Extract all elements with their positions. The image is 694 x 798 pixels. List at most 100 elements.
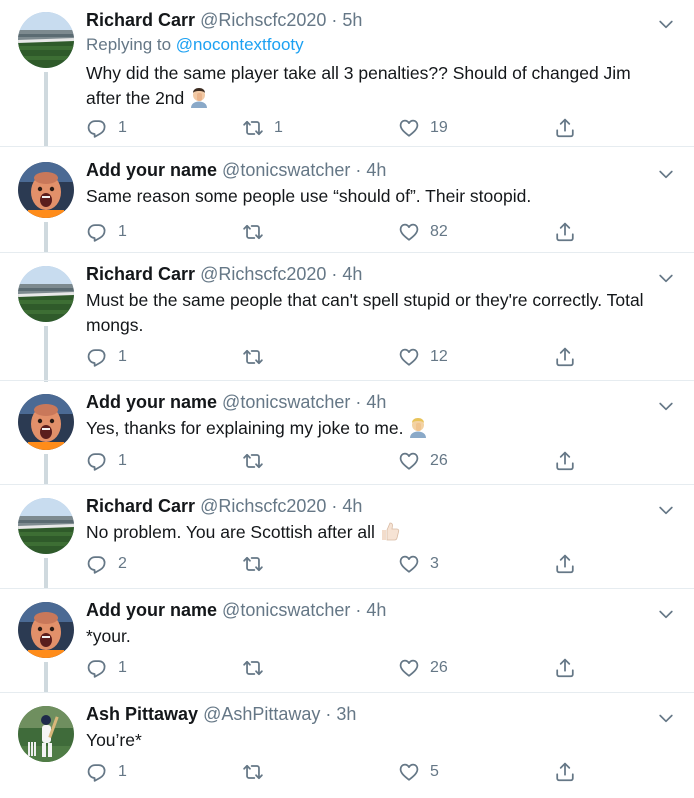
divider (0, 588, 694, 589)
heart-icon (398, 450, 420, 472)
avatar[interactable] (18, 162, 74, 218)
mention-link[interactable]: @nocontextfooty (176, 35, 304, 54)
user-handle[interactable]: @tonicswatcher (222, 600, 350, 620)
reply-button[interactable]: 1 (86, 345, 127, 369)
tweet[interactable]: Richard Carr @Richscfc2020 · 4h Must be … (0, 254, 694, 382)
reply-button[interactable]: 1 (86, 449, 127, 473)
chevron-down-icon[interactable] (656, 396, 676, 416)
tweet[interactable]: Add your name @tonicswatcher · 4h Yes, t… (0, 382, 694, 484)
display-name[interactable]: Add your name (86, 392, 217, 412)
avatar[interactable] (18, 394, 74, 450)
share-icon (554, 553, 576, 575)
share-button[interactable] (554, 449, 576, 473)
retweet-button[interactable]: 1 (242, 116, 283, 140)
tweet-header: Richard Carr @Richscfc2020 · 4h (86, 494, 666, 518)
retweet-button[interactable] (242, 345, 274, 369)
share-button[interactable] (554, 345, 576, 369)
user-handle[interactable]: @Richscfc2020 (200, 496, 326, 516)
like-button[interactable]: 3 (398, 552, 439, 576)
reply-button[interactable]: 1 (86, 656, 127, 680)
tweet-header: Richard Carr @Richscfc2020 · 5h (86, 8, 666, 32)
display-name[interactable]: Richard Carr (86, 264, 195, 284)
heart-icon (398, 761, 420, 783)
share-button[interactable] (554, 552, 576, 576)
avatar[interactable] (18, 498, 74, 554)
reply-button[interactable]: 1 (86, 220, 127, 244)
like-button[interactable]: 12 (398, 345, 448, 369)
retweet-button[interactable] (242, 552, 274, 576)
tweet[interactable]: Ash Pittaway @AshPittaway · 3h You’re* 1… (0, 694, 694, 798)
tweet-actions: 1 82 (86, 220, 646, 244)
thread-connector (44, 454, 48, 484)
tweet-actions: 1 26 (86, 449, 646, 473)
timestamp[interactable]: 4h (366, 392, 386, 412)
tweet[interactable]: Richard Carr @Richscfc2020 · 5h Replying… (0, 0, 694, 146)
share-icon (554, 761, 576, 783)
like-button[interactable]: 19 (398, 116, 448, 140)
chevron-down-icon[interactable] (656, 604, 676, 624)
timestamp[interactable]: 4h (366, 160, 386, 180)
display-name[interactable]: Richard Carr (86, 10, 195, 30)
heart-icon (398, 553, 420, 575)
timestamp[interactable]: 3h (336, 704, 356, 724)
chevron-down-icon[interactable] (656, 708, 676, 728)
display-name[interactable]: Ash Pittaway (86, 704, 198, 724)
share-icon (554, 346, 576, 368)
timestamp[interactable]: 5h (342, 10, 362, 30)
retweet-button[interactable] (242, 449, 274, 473)
retweet-button[interactable] (242, 760, 274, 784)
like-button[interactable]: 26 (398, 656, 448, 680)
user-handle[interactable]: @tonicswatcher (222, 392, 350, 412)
share-button[interactable] (554, 656, 576, 680)
reply-count: 1 (118, 119, 127, 136)
reply-button[interactable]: 1 (86, 116, 127, 140)
avatar[interactable] (18, 706, 74, 762)
reply-button[interactable]: 1 (86, 760, 127, 784)
timestamp[interactable]: 4h (342, 496, 362, 516)
divider (0, 380, 694, 381)
user-handle[interactable]: @Richscfc2020 (200, 10, 326, 30)
share-button[interactable] (554, 760, 576, 784)
tweet[interactable]: Add your name @tonicswatcher · 4h Same r… (0, 150, 694, 252)
like-count: 3 (430, 555, 439, 572)
tweet-header: Add your name @tonicswatcher · 4h (86, 158, 666, 182)
like-button[interactable]: 5 (398, 760, 439, 784)
timestamp[interactable]: 4h (342, 264, 362, 284)
like-button[interactable]: 82 (398, 220, 448, 244)
display-name[interactable]: Add your name (86, 600, 217, 620)
share-icon (554, 117, 576, 139)
user-handle[interactable]: @AshPittaway (203, 704, 320, 724)
separator-dot: · (325, 704, 332, 724)
retweet-icon (242, 117, 264, 139)
avatar[interactable] (18, 266, 74, 322)
share-button[interactable] (554, 116, 576, 140)
like-button[interactable]: 26 (398, 449, 448, 473)
separator-dot: · (355, 600, 362, 620)
chevron-down-icon[interactable] (656, 164, 676, 184)
like-count: 19 (430, 119, 448, 136)
reply-button[interactable]: 2 (86, 552, 127, 576)
retweet-button[interactable] (242, 656, 274, 680)
avatar[interactable] (18, 12, 74, 68)
display-name[interactable]: Richard Carr (86, 496, 195, 516)
chevron-down-icon[interactable] (656, 500, 676, 520)
thread-connector (44, 72, 48, 146)
tweet[interactable]: Richard Carr @Richscfc2020 · 4h No probl… (0, 486, 694, 588)
reply-icon (86, 221, 108, 243)
display-name[interactable]: Add your name (86, 160, 217, 180)
retweet-button[interactable] (242, 220, 274, 244)
user-handle[interactable]: @tonicswatcher (222, 160, 350, 180)
separator-dot: · (331, 496, 338, 516)
retweet-icon (242, 450, 264, 472)
user-handle[interactable]: @Richscfc2020 (200, 264, 326, 284)
tweet-text-body: Why did the same player take all 3 penal… (86, 63, 631, 108)
tweet[interactable]: Add your name @tonicswatcher · 4h *your.… (0, 590, 694, 692)
avatar[interactable] (18, 602, 74, 658)
share-icon (554, 450, 576, 472)
chevron-down-icon[interactable] (656, 14, 676, 34)
man-facepalming-blonde-emoji (407, 416, 429, 445)
share-button[interactable] (554, 220, 576, 244)
chevron-down-icon[interactable] (656, 268, 676, 288)
timestamp[interactable]: 4h (366, 600, 386, 620)
heart-icon (398, 346, 420, 368)
